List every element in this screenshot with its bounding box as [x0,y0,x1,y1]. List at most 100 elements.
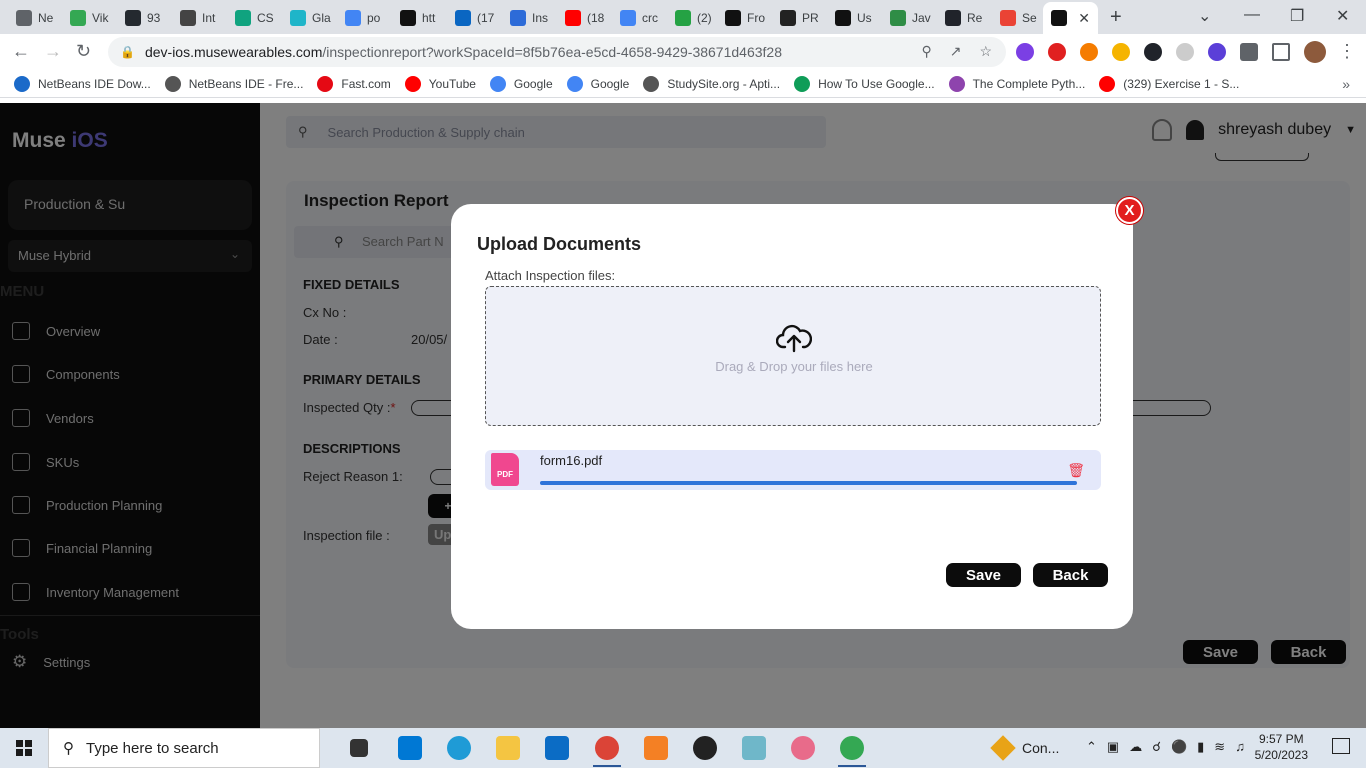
bookmark-star-icon[interactable]: ☆ [979,43,992,60]
bookmark-item[interactable]: YouTube [404,75,476,92]
browser-tab[interactable]: Gla [282,4,332,32]
favicon-icon [725,10,741,26]
attach-label: Attach Inspection files: [485,268,616,283]
modal-save-button[interactable]: Save [946,563,1021,587]
browser-tab[interactable]: Ins [502,4,552,32]
browser-tab[interactable]: po [337,4,387,32]
vscode-icon[interactable] [398,736,422,760]
modal-close-button[interactable]: X [1116,197,1143,224]
cloud-upload-icon [776,324,812,353]
file-explorer-icon[interactable] [496,736,520,760]
task-view-icon[interactable] [350,739,368,757]
extension-icon[interactable] [1048,43,1066,61]
puzzle-icon[interactable] [1240,43,1258,61]
chrome-icon[interactable] [840,736,864,760]
favicon-icon [125,10,141,26]
new-tab-button[interactable]: + [1110,6,1122,29]
bookmark-item[interactable]: Google [566,75,629,92]
sublime-icon[interactable] [644,736,668,760]
bookmark-item[interactable]: StudySite.org - Apti... [643,75,781,92]
browser-tab[interactable]: Vik [62,4,112,32]
tab-label: (2) [697,11,712,25]
browser-tab[interactable]: Us [827,4,877,32]
weather-widget[interactable]: Con... [990,735,1059,761]
obs-icon[interactable] [693,736,717,760]
browser-tab[interactable]: htt [392,4,442,32]
chrome-icon[interactable] [595,736,619,760]
app-icon[interactable] [742,736,766,760]
browser-tab[interactable]: crc [612,4,662,32]
favicon-icon [1051,10,1067,26]
restore-button[interactable]: ❐ [1290,6,1304,26]
bookmark-label: How To Use Google... [818,76,935,91]
browser-tab[interactable]: Int [172,4,222,32]
mail-icon[interactable] [545,736,569,760]
headset-icon[interactable]: ☌ [1152,739,1161,755]
minimize-button[interactable]: — [1244,6,1260,24]
side-panel-icon[interactable] [1272,43,1290,61]
bookmarks-overflow-icon[interactable]: » [1342,76,1350,92]
bookmark-label: StudySite.org - Apti... [667,76,781,91]
menu-dots-icon[interactable]: ⋮ [1338,41,1356,62]
trash-icon[interactable]: 🗑 [1067,462,1085,479]
reload-icon[interactable]: ↻ [76,41,91,62]
browser-tab[interactable]: Jav [882,4,932,32]
snipping-tool-icon[interactable] [791,736,815,760]
extension-icon[interactable] [1112,43,1130,61]
profile-avatar[interactable] [1304,41,1326,63]
browser-tab[interactable]: Fro [717,4,767,32]
bookmark-item[interactable]: How To Use Google... [794,75,935,92]
camera-icon[interactable]: ▣ [1107,739,1119,755]
browser-tab[interactable]: Ne [8,4,58,32]
bookmark-item[interactable]: NetBeans IDE Dow... [14,75,151,92]
microphone-icon[interactable]: ⚫ [1171,739,1187,755]
clock[interactable]: 9:57 PM 5/20/2023 [1255,731,1308,763]
edge-icon[interactable] [447,736,471,760]
bookmark-item[interactable]: (329) Exercise 1 - S... [1099,75,1239,92]
browser-tab[interactable]: ✕ [1043,2,1098,34]
extension-icon[interactable] [1016,43,1034,61]
bookmark-item[interactable]: Google [489,75,553,92]
bookmark-item[interactable]: The Complete Pyth... [948,75,1085,92]
taskbar-search-input[interactable]: ⚲ Type here to search [48,728,320,768]
modal-title: Upload Documents [477,234,642,254]
favicon-icon [890,10,906,26]
extension-icon[interactable] [1080,43,1098,61]
volume-icon[interactable]: ♫ [1235,739,1245,755]
tab-close-icon[interactable]: ✕ [1078,10,1090,27]
browser-tab[interactable]: (18 [557,4,607,32]
chevron-up-icon[interactable]: ⌃ [1086,739,1097,755]
browser-tab[interactable]: 93 [117,4,167,32]
notifications-icon[interactable] [1332,738,1350,754]
browser-tab[interactable]: PR [772,4,822,32]
browser-tab[interactable]: CS [227,4,277,32]
extension-icon[interactable] [1208,43,1226,61]
react-devtools-icon[interactable] [1144,43,1162,61]
bookmark-item[interactable]: NetBeans IDE - Fre... [164,75,304,92]
forward-arrow-icon[interactable]: → [44,41,62,62]
extension-icon[interactable] [1176,43,1194,61]
back-arrow-icon[interactable]: ← [12,41,30,62]
browser-tab[interactable]: Se [992,4,1042,32]
cloud-icon[interactable]: ☁ [1129,739,1142,755]
bookmark-label: NetBeans IDE - Fre... [188,76,304,91]
tab-search-icon[interactable]: ⌄ [1198,6,1211,26]
share-icon[interactable]: ↗ [950,43,962,60]
address-bar[interactable]: 🔒 dev-ios.musewearables.com/inspectionre… [108,37,1006,67]
battery-icon[interactable]: ▮ [1197,739,1204,755]
favicon-icon [400,10,416,26]
modal-back-button[interactable]: Back [1033,563,1108,587]
wifi-icon[interactable]: ≋ [1214,739,1225,755]
browser-tab[interactable]: Re [937,4,987,32]
windows-start-icon[interactable] [16,740,32,756]
close-window-button[interactable]: ✕ [1336,6,1349,26]
zoom-icon[interactable]: ⚲ [921,43,931,60]
bookmark-item[interactable]: Fast.com [317,75,391,92]
browser-tab[interactable]: (17 [447,4,497,32]
uploaded-file-row: PDF form16.pdf 🗑 [485,450,1101,490]
favicon-icon [780,10,796,26]
favicon-icon [345,10,361,26]
file-dropzone[interactable]: Drag & Drop your files here [485,286,1101,426]
favicon-icon [510,10,526,26]
browser-tab[interactable]: (2) [667,4,717,32]
